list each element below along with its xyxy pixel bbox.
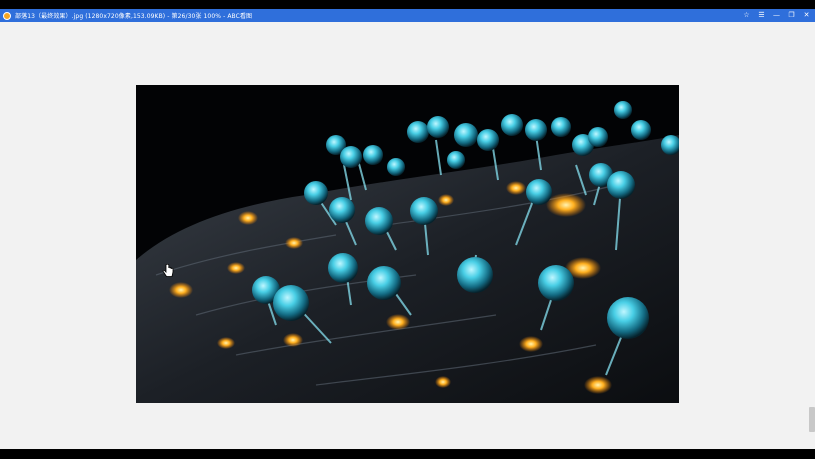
scene-illustration [136,85,679,403]
restore-icon[interactable]: ❐ [787,11,796,20]
bottom-black-band [0,449,815,459]
close-icon[interactable]: ✕ [802,11,811,20]
pin-icon[interactable]: ☆ [742,11,751,20]
vertical-scrollbar-thumb[interactable] [809,407,815,432]
app-icon [3,11,11,20]
image-viewer-canvas[interactable] [0,22,815,449]
menu-icon[interactable]: ☰ [757,11,766,20]
minimize-icon[interactable]: — [772,11,781,20]
hand-cursor-icon [162,264,174,277]
window-controls: ☆ ☰ — ❐ ✕ [742,9,811,22]
displayed-image[interactable] [136,85,679,403]
top-black-band [0,0,815,9]
window-title: 部落13（最终效果）.jpg (1280x720像素,153.09KB) - 第… [15,13,253,20]
window-titlebar[interactable]: 部落13（最终效果）.jpg (1280x720像素,153.09KB) - 第… [0,9,815,22]
